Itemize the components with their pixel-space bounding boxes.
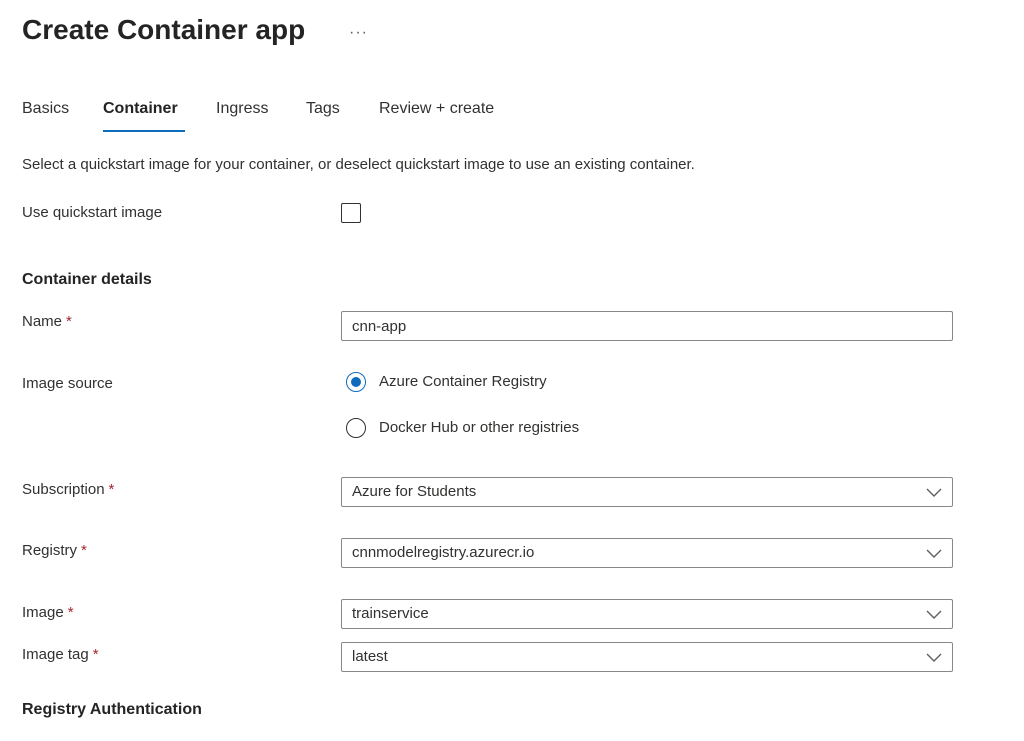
radio-button[interactable] <box>346 418 366 438</box>
section-registry-authentication: Registry Authentication <box>22 701 202 718</box>
chevron-down-icon <box>926 549 942 558</box>
quickstart-checkbox[interactable] <box>341 203 361 223</box>
subscription-label: Subscription * <box>22 481 114 498</box>
tab-tags[interactable]: Tags <box>306 100 340 118</box>
image-source-label: Image source <box>22 375 113 392</box>
image-tag-label: Image tag * <box>22 646 99 663</box>
chevron-down-icon <box>926 610 942 619</box>
required-marker: * <box>108 481 115 498</box>
active-tab-indicator <box>103 130 185 132</box>
image-tag-label-text: Image tag <box>22 646 89 663</box>
image-tag-value: latest <box>352 648 388 665</box>
tab-ingress[interactable]: Ingress <box>216 100 268 118</box>
tab-review-create[interactable]: Review + create <box>379 100 494 118</box>
page-title: Create Container app <box>22 14 306 45</box>
chevron-down-icon <box>926 488 942 497</box>
subscription-label-text: Subscription <box>22 481 105 498</box>
radio-label-acr: Azure Container Registry <box>379 373 547 390</box>
image-label: Image * <box>22 604 74 621</box>
required-marker: * <box>66 313 72 330</box>
image-dropdown[interactable]: trainservice <box>341 599 953 629</box>
image-label-text: Image <box>22 604 64 621</box>
name-label-text: Name <box>22 313 63 330</box>
required-marker: * <box>92 646 99 663</box>
registry-label: Registry * <box>22 542 87 559</box>
subscription-dropdown[interactable]: Azure for Students <box>341 477 953 507</box>
image-tag-dropdown[interactable]: latest <box>341 642 953 672</box>
tab-basics[interactable]: Basics <box>22 100 69 118</box>
name-label: Name * <box>22 313 72 330</box>
subscription-value: Azure for Students <box>352 483 477 500</box>
radio-label-docker-hub: Docker Hub or other registries <box>379 419 580 436</box>
chevron-down-icon <box>926 653 942 662</box>
name-input[interactable] <box>341 311 953 341</box>
registry-label-text: Registry <box>22 542 78 559</box>
registry-dropdown[interactable]: cnnmodelregistry.azurecr.io <box>341 538 953 568</box>
radio-button-checked[interactable] <box>346 372 366 392</box>
required-marker: * <box>67 604 74 621</box>
registry-value: cnnmodelregistry.azurecr.io <box>352 544 535 561</box>
quickstart-label: Use quickstart image <box>22 204 163 221</box>
image-value: trainservice <box>352 605 429 622</box>
more-options-ellipsis-icon[interactable]: ··· <box>349 24 368 42</box>
intro-text: Select a quickstart image for your conta… <box>22 156 695 173</box>
section-container-details: Container details <box>22 271 152 288</box>
required-marker: * <box>81 542 87 559</box>
tab-container[interactable]: Container <box>103 100 178 118</box>
